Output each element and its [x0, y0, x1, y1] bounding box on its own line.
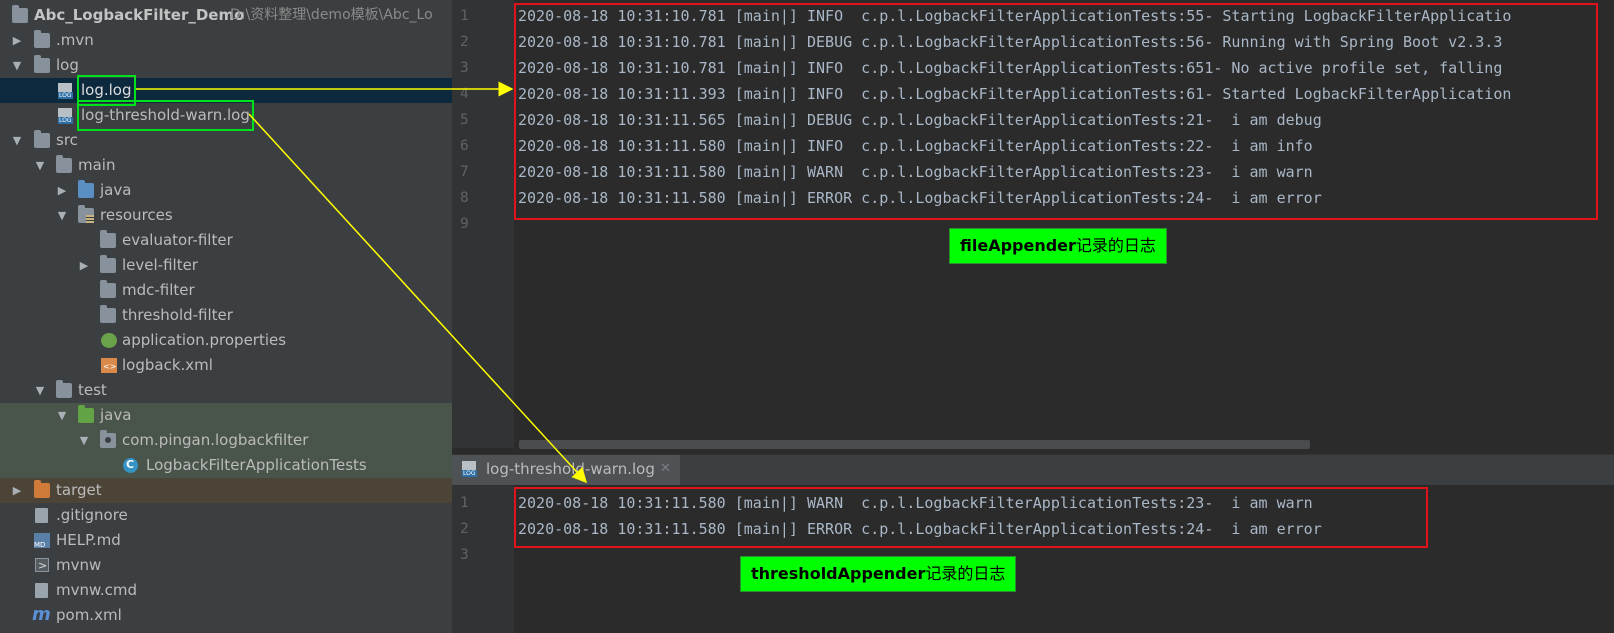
annotation-arrows: [136, 81, 588, 484]
arrow-to-threshold-log: [248, 113, 588, 484]
